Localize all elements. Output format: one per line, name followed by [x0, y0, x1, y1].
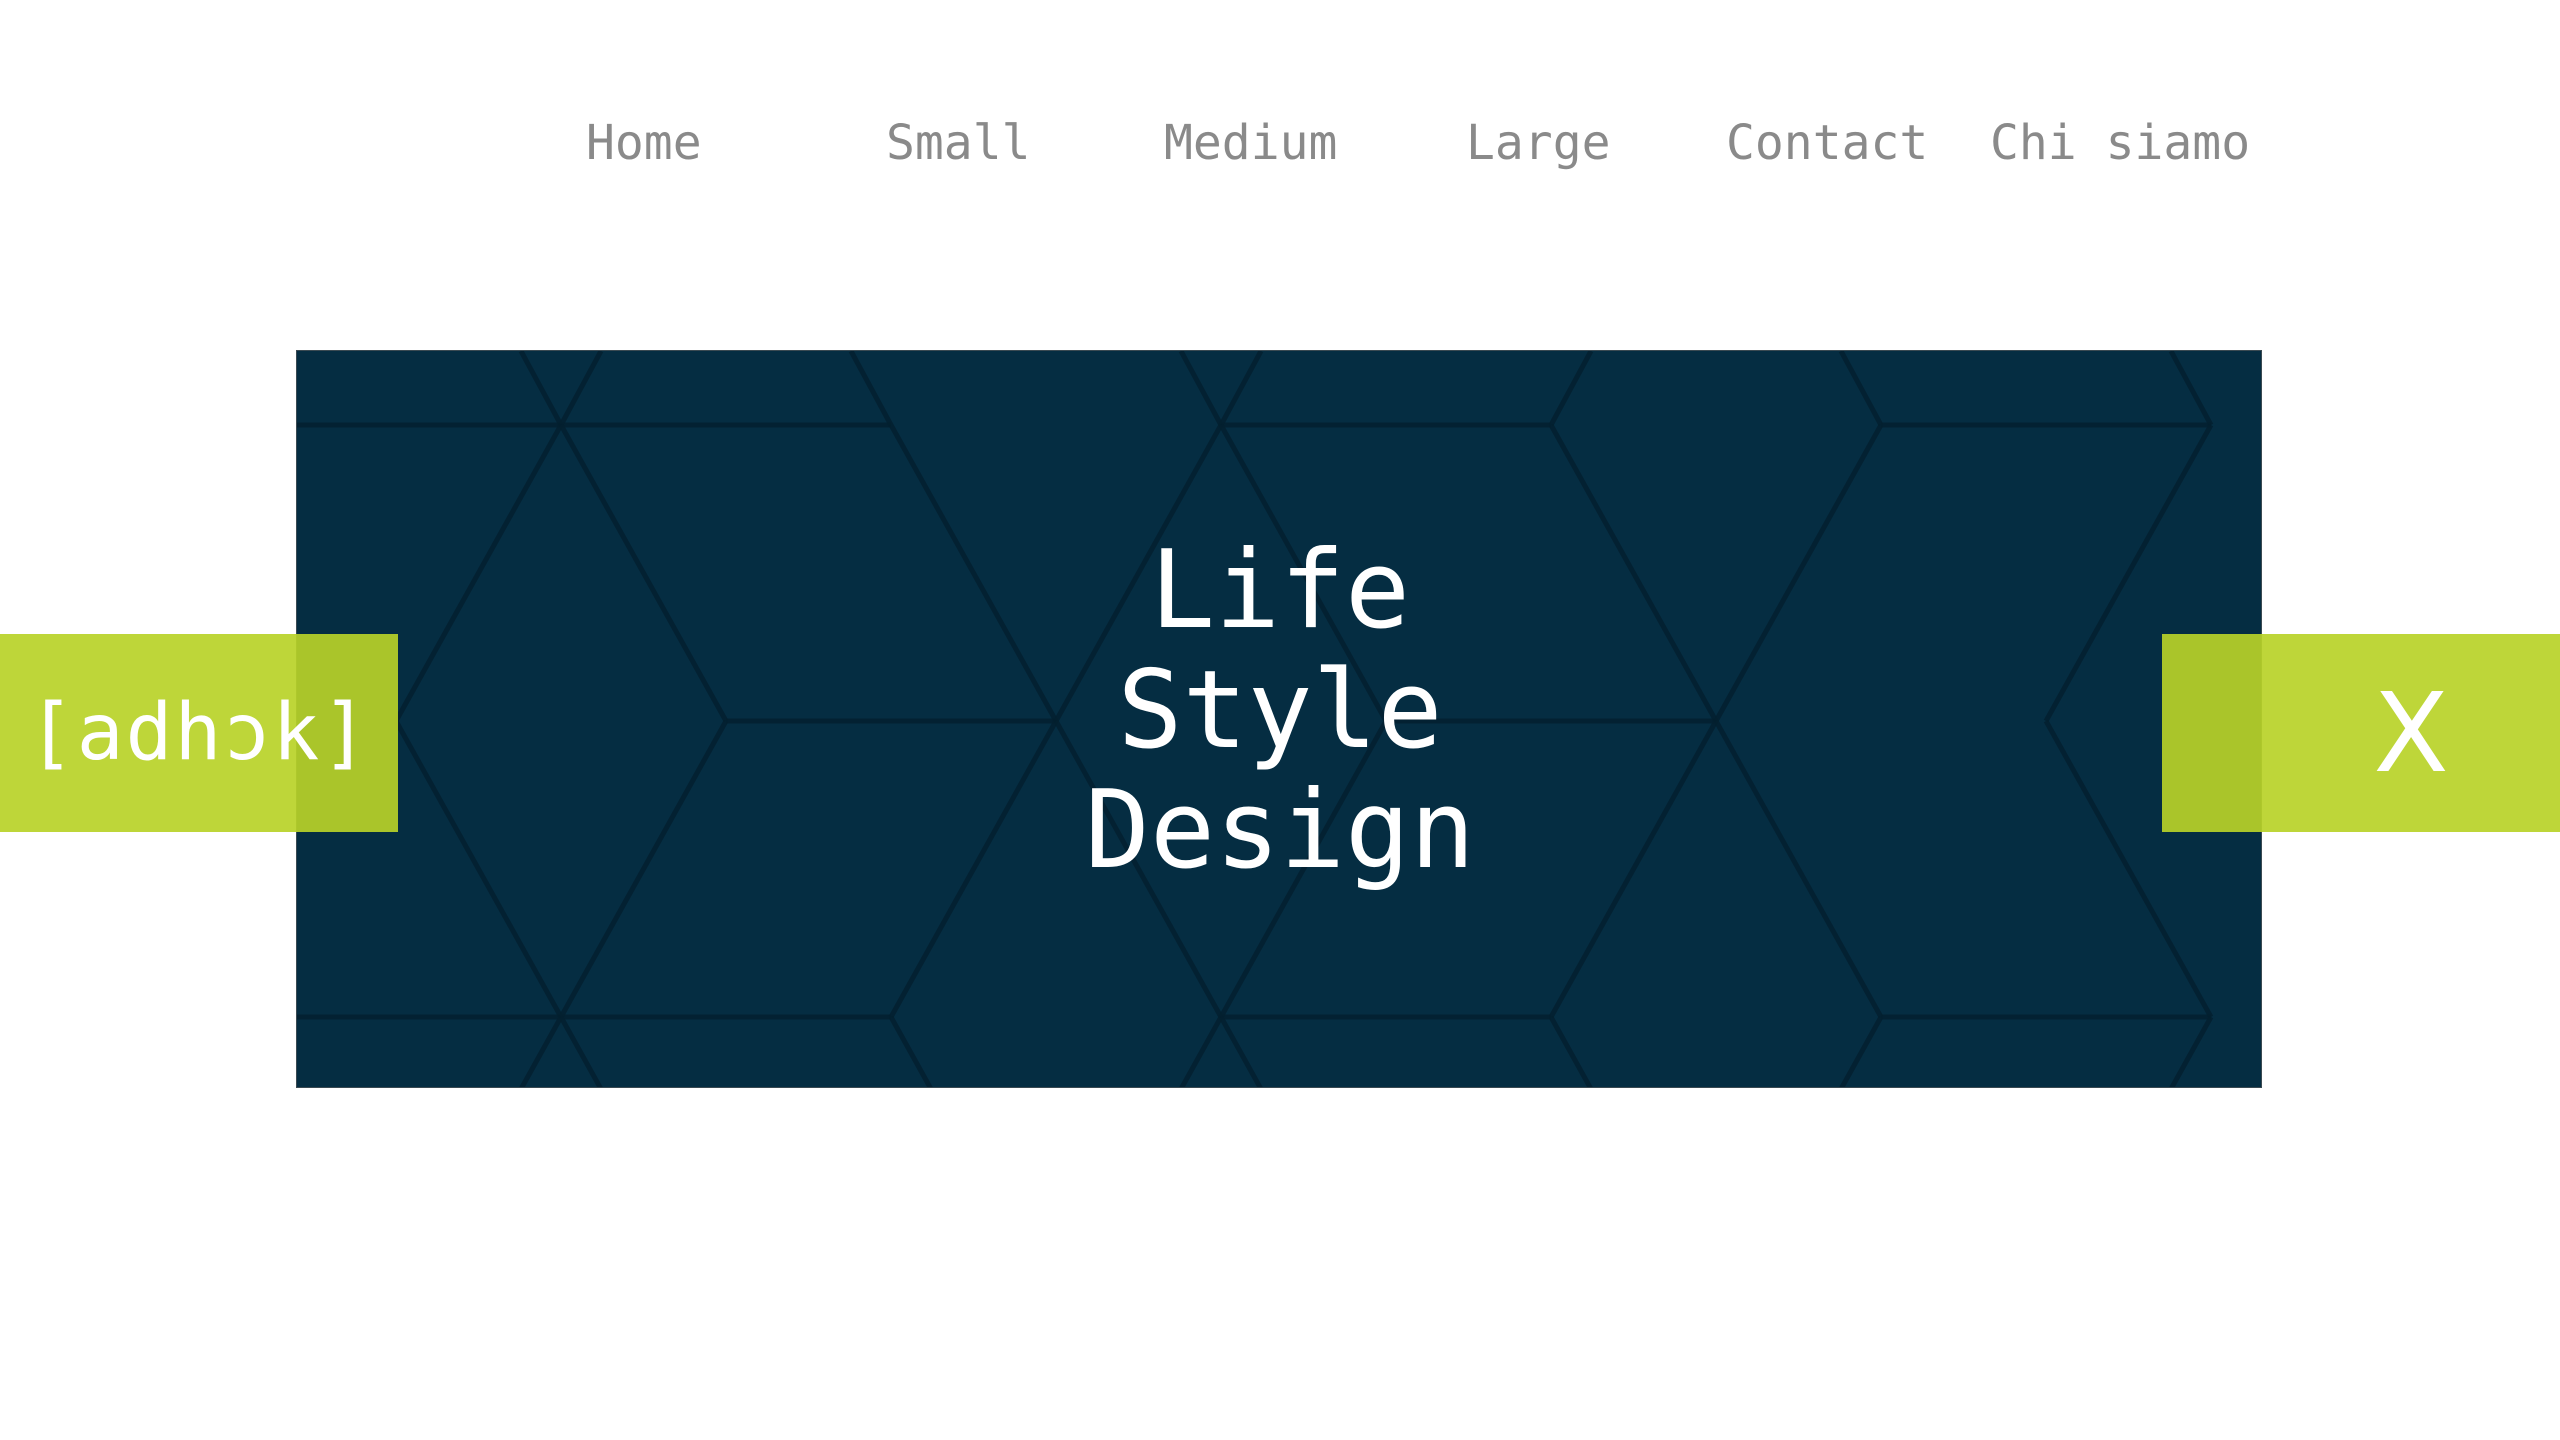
close-button[interactable]: X — [2162, 634, 2560, 832]
nav-item-small[interactable]: Small — [886, 108, 1031, 178]
nav-item-large[interactable]: Large — [1466, 108, 1611, 178]
hero-title-line-1: Life — [1149, 528, 1411, 653]
close-icon: X — [2373, 669, 2449, 797]
logo-tab[interactable]: [adhɔk] — [0, 634, 398, 832]
nav-item-medium[interactable]: Medium — [1164, 108, 1337, 178]
nav-item-home[interactable]: Home — [586, 108, 702, 178]
nav-item-chi-siamo[interactable]: Chi siamo — [1990, 108, 2250, 178]
hero-title-line-2: Style — [1117, 648, 1443, 773]
hero-banner: Life Style Design — [296, 350, 2262, 1088]
logo: [adhɔk] — [27, 688, 371, 778]
hero-title-line-3: Design — [1084, 768, 1476, 893]
nav-item-contact[interactable]: Contact — [1726, 108, 1928, 178]
main-navigation: Home Small Medium Large Contact Chi siam… — [0, 108, 2560, 178]
hero-title: Life Style Design — [297, 528, 2261, 893]
